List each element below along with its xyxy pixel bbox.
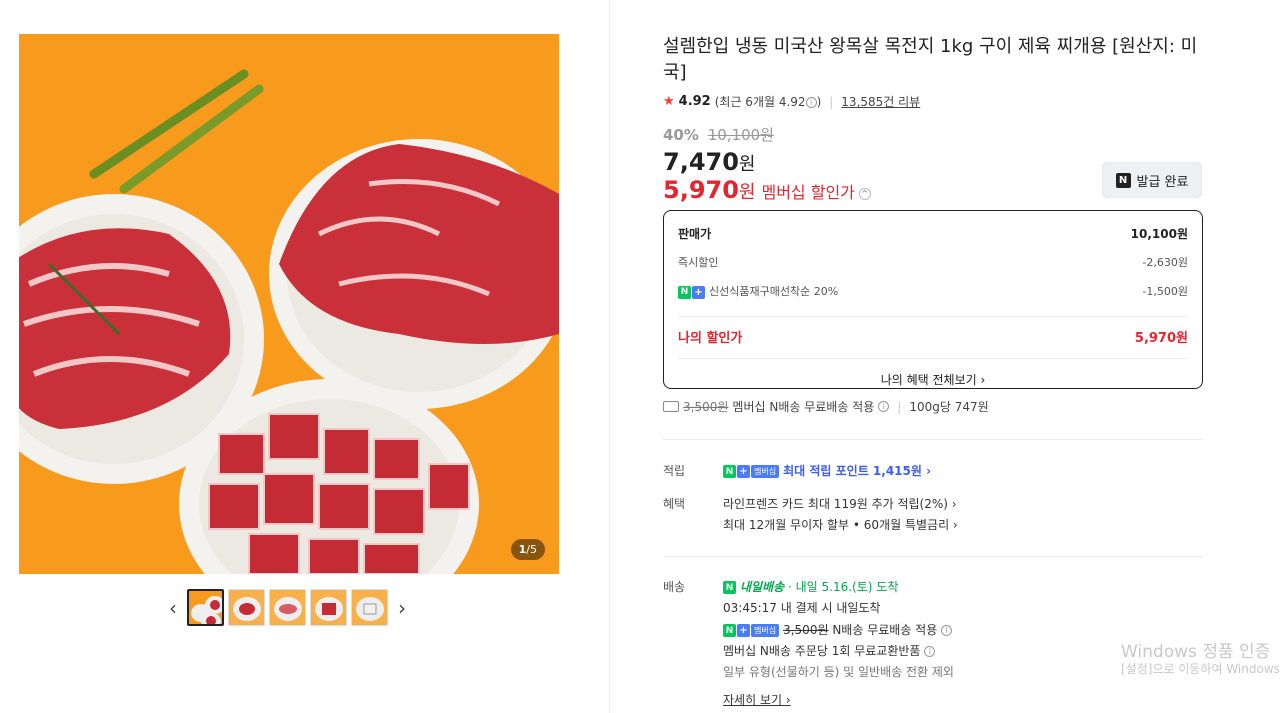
product-title: 설렘한입 냉동 미국산 왕목살 목전지 1kg 구이 제육 찌개용 [원산지: … [663,36,1198,83]
card-benefit-link[interactable]: 라인프렌즈 카드 최대 119원 추가 적립(2%) › [723,495,957,512]
my-discount-label: 나의 할인가 [678,331,743,346]
instant-discount-label: 즉시할인 [678,256,719,269]
reward-label: 적립 [663,464,686,478]
thumbnail-image [270,590,305,625]
sale-price: 7,470 [663,148,739,176]
delivery-cutoff: 03:45:17 내 결제 시 내일도착 [723,601,881,615]
tomorrow-delivery-icon: N [723,581,736,594]
sale-price-row: 7,470원 [663,148,755,176]
delivery-free-row: N + 멤버십 3,500원 N배송 무료배송 적용 i [723,621,953,638]
npay-membership-badge: N + 멤버십 [723,624,780,637]
prev-image-button[interactable]: ‹ [163,590,183,626]
gallery-panel: 1/5 ‹ › [0,0,610,713]
original-price: 10,100원 [707,126,774,144]
delivery-tag-row: N 내일배송 · 내일 5.16.(토) 도착 [723,578,898,595]
instant-discount-value: -2,630원 [1142,256,1188,269]
rating-score: 4.92 [678,94,711,109]
info-icon[interactable]: i [878,401,890,412]
windows-activation-subtext: [설정]으로 이동하여 Windows [1121,662,1280,676]
info-icon[interactable]: i [805,97,817,108]
sale-price-label: 판매가 [678,227,712,241]
shipping-summary: 3,500원 멤버십 N배송 무료배송 적용 i | 100g당 747원 [663,398,989,415]
fresh-discount-label: 신선식품재구매선착순 20% [709,285,839,298]
npay-plus-icon: N + [678,285,705,299]
thumbnail-1[interactable] [187,589,224,626]
benefit-label: 혜택 [663,497,686,511]
instant-discount-line: 즉시할인 -2,630원 [678,254,1188,270]
rating-row: ★ 4.92 (최근 6개월 4.92 i) | 13,585건 리뷰 [663,93,920,110]
shipping-fee-strike: 3,500원 [683,400,729,414]
fresh-discount-value: -1,500원 [1142,285,1188,298]
thumbnail-4[interactable] [310,589,347,626]
coupon-issued-button[interactable]: N 발급 완료 [1102,162,1202,198]
delivery-detail-link[interactable]: 자세히 보기 › [723,691,791,708]
reward-row[interactable]: N + 멤버십 최대 적립 포인트 1,415원 › [723,462,931,479]
thumbnail-image [229,590,264,625]
thumbnail-image [311,590,346,625]
shipping-free-text: 멤버십 N배송 무료배송 적용 [732,400,875,414]
info-icon[interactable]: i [924,646,936,657]
reward-points-link[interactable]: 최대 적립 포인트 1,415원 › [783,464,931,478]
all-benefits-link[interactable]: 나의 혜택 전체보기 › [678,358,1188,388]
unit-price: 100g당 747원 [909,400,989,414]
divider: | [897,399,902,414]
chevron-right-icon: › [398,595,406,620]
delivery-exchange: 멤버십 N배송 주문당 1회 무료교환반품 [723,644,921,658]
member-price-row: 5,970원 멤버십 할인가 ^ [663,176,871,204]
installment-benefit-link[interactable]: 최대 12개월 무이자 할부 • 60개월 특별금리 › [723,516,958,533]
rating-recent: (최근 6개월 4.92 i) [714,95,822,109]
price-breakdown-box: 판매가 10,100원 즉시할인 -2,630원 N + 신선식품재구매선착순 20… [663,210,1203,389]
truck-icon [663,401,679,412]
sale-price-value: 10,100원 [1130,227,1188,241]
member-price-label: 멤버십 할인가 [761,183,855,202]
delivery-free-text: N배송 무료배송 적용 [832,623,938,637]
my-discount-line: 나의 할인가 5,970원 [678,316,1188,346]
thumbnail-strip: ‹ › [163,589,412,626]
section-divider [663,439,1203,440]
thumbnail-3[interactable] [269,589,306,626]
delivery-label: 배송 [663,580,686,594]
info-icon[interactable]: i [941,625,953,636]
thumbnail-image [189,591,222,624]
delivery-tag: 내일배송 [740,580,785,594]
delivery-fee-strike: 3,500원 [783,623,829,637]
thumbnail-2[interactable] [228,589,265,626]
delivery-exchange-row: 멤버십 N배송 주문당 1회 무료교환반품 i [723,642,936,659]
chevron-left-icon: ‹ [169,595,177,620]
star-icon: ★ [663,94,675,109]
chevron-up-icon[interactable]: ^ [858,187,871,200]
product-photo [19,34,559,574]
discount-percent: 40% [663,126,699,144]
review-count-link[interactable]: 13,585건 리뷰 [841,93,920,110]
section-divider [663,556,1203,557]
next-image-button[interactable]: › [392,590,412,626]
member-price: 5,970 [663,176,739,204]
member-price-unit: 원 [738,182,756,203]
thumbnail-image [352,590,387,625]
sale-price-line: 판매가 10,100원 [678,225,1188,242]
delivery-arrival: · 내일 5.16.(토) 도착 [788,580,899,594]
divider: | [829,94,834,109]
thumbnail-5[interactable] [351,589,388,626]
my-discount-value: 5,970원 [1134,331,1188,346]
image-counter: 1/5 [510,539,545,560]
sale-price-unit: 원 [738,154,756,175]
npay-membership-badge: N + 멤버십 [723,465,780,478]
product-main-image[interactable]: 1/5 [19,34,559,574]
windows-activation-watermark: Windows 정품 인증 [1121,642,1271,662]
delivery-exclusion: 일부 유형(선물하기 등) 및 일반배송 전환 제외 [723,665,954,679]
original-price-row: 40% 10,100원 [663,124,774,145]
fresh-discount-line: N + 신선식품재구매선착순 20% -1,500원 [678,283,1188,299]
naver-n-icon: N [1115,172,1131,188]
coupon-button-label: 발급 완료 [1136,174,1189,190]
